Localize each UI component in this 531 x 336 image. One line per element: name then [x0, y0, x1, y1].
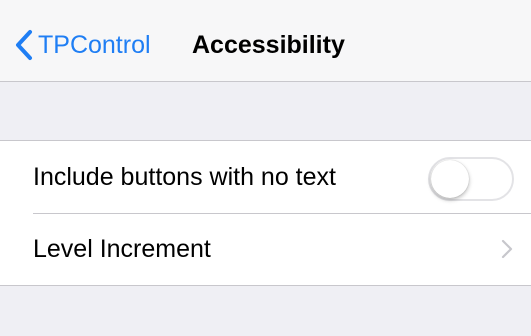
setting-label-level-increment: Level Increment — [33, 235, 211, 263]
navigation-bar: TPControl Accessibility — [0, 0, 531, 82]
settings-screen: TPControl Accessibility Include buttons … — [0, 0, 531, 336]
back-button-label: TPControl — [38, 31, 151, 59]
setting-row-level-increment[interactable]: Level Increment — [0, 213, 531, 285]
chevron-left-icon — [16, 30, 32, 60]
setting-label-include-buttons: Include buttons with no text — [33, 163, 336, 191]
setting-row-include-buttons: Include buttons with no text — [0, 141, 531, 213]
toggle-knob — [431, 160, 469, 198]
include-buttons-toggle[interactable] — [428, 157, 514, 201]
page-title: Accessibility — [192, 31, 345, 59]
settings-group: Include buttons with no text Level Incre… — [0, 140, 531, 286]
back-button[interactable]: TPControl — [14, 28, 151, 62]
chevron-right-icon — [501, 239, 513, 259]
